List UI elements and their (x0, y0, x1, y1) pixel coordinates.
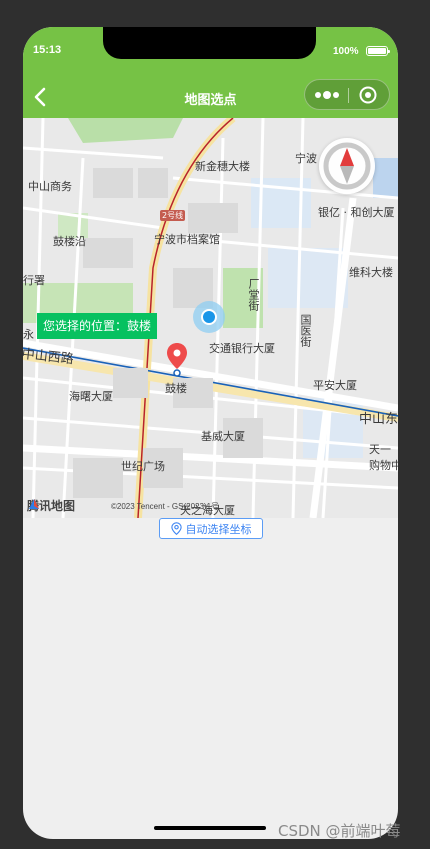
map-label: 厂堂街 (247, 278, 260, 311)
map-label: 中山东 (359, 412, 398, 427)
battery-percent: 100% (333, 46, 359, 57)
map-label: 平安大厦 (313, 379, 357, 392)
metro-badge: 2号线 (160, 210, 186, 221)
capsule-divider (348, 88, 349, 103)
map-label: 天一 (369, 443, 391, 456)
map-label: 交通银行大厦 (209, 342, 275, 355)
map-label: 海曙大厦 (69, 390, 113, 403)
map-label: 新金穗大楼 (195, 160, 250, 173)
location-pin-icon (167, 343, 187, 377)
map-label: 行署 (23, 274, 45, 287)
mini-program-capsule (304, 79, 390, 110)
close-target-icon[interactable] (359, 86, 377, 104)
map-label: 基威大厦 (201, 430, 245, 443)
more-icon[interactable] (314, 89, 342, 101)
csdn-watermark: CSDN @前端叶莓 (278, 822, 401, 840)
notch (103, 27, 316, 59)
tencent-map-logo: 腾讯地图 (27, 497, 75, 514)
map-view[interactable]: 新金穗大楼 宁波 中山商务 银亿 · 和创大厦 鼓楼沿 宁波市档案馆 维科大楼 … (23, 118, 398, 518)
map-label: 维科大楼 (349, 266, 393, 279)
map-label: 永 (23, 328, 34, 341)
selected-location-callout: 您选择的位置：鼓楼 (37, 313, 158, 339)
map-label: 银亿 · 和创大厦 (318, 206, 395, 219)
compass-icon[interactable] (319, 138, 375, 194)
home-indicator (154, 826, 266, 830)
map-label: 宁波 (295, 152, 317, 165)
auto-select-coordinate-button[interactable]: 自动选择坐标 (159, 518, 263, 539)
nav-header: 15:13 100% 地图选点 (23, 27, 398, 118)
map-label: 购物中 (369, 459, 398, 472)
map-label: 鼓楼 (165, 382, 187, 395)
location-marker-icon (170, 522, 182, 535)
map-label: 世纪广场 (121, 460, 165, 473)
status-time: 15:13 (33, 44, 62, 56)
phone-frame: 15:13 100% 地图选点 新金穗大楼 宁波 中山商务 银亿 · 和创大厦 … (23, 27, 398, 839)
map-label: 宁波市档案馆 (154, 233, 220, 246)
map-label: 国医街 (299, 314, 312, 347)
map-label: 中山商务 (28, 180, 72, 193)
map-copyright: ©2023 Tencent - GS(2023)1号 (111, 502, 220, 511)
battery-icon (366, 46, 390, 56)
map-label: 鼓楼沿 (53, 235, 86, 248)
auto-select-label: 自动选择坐标 (185, 522, 252, 536)
